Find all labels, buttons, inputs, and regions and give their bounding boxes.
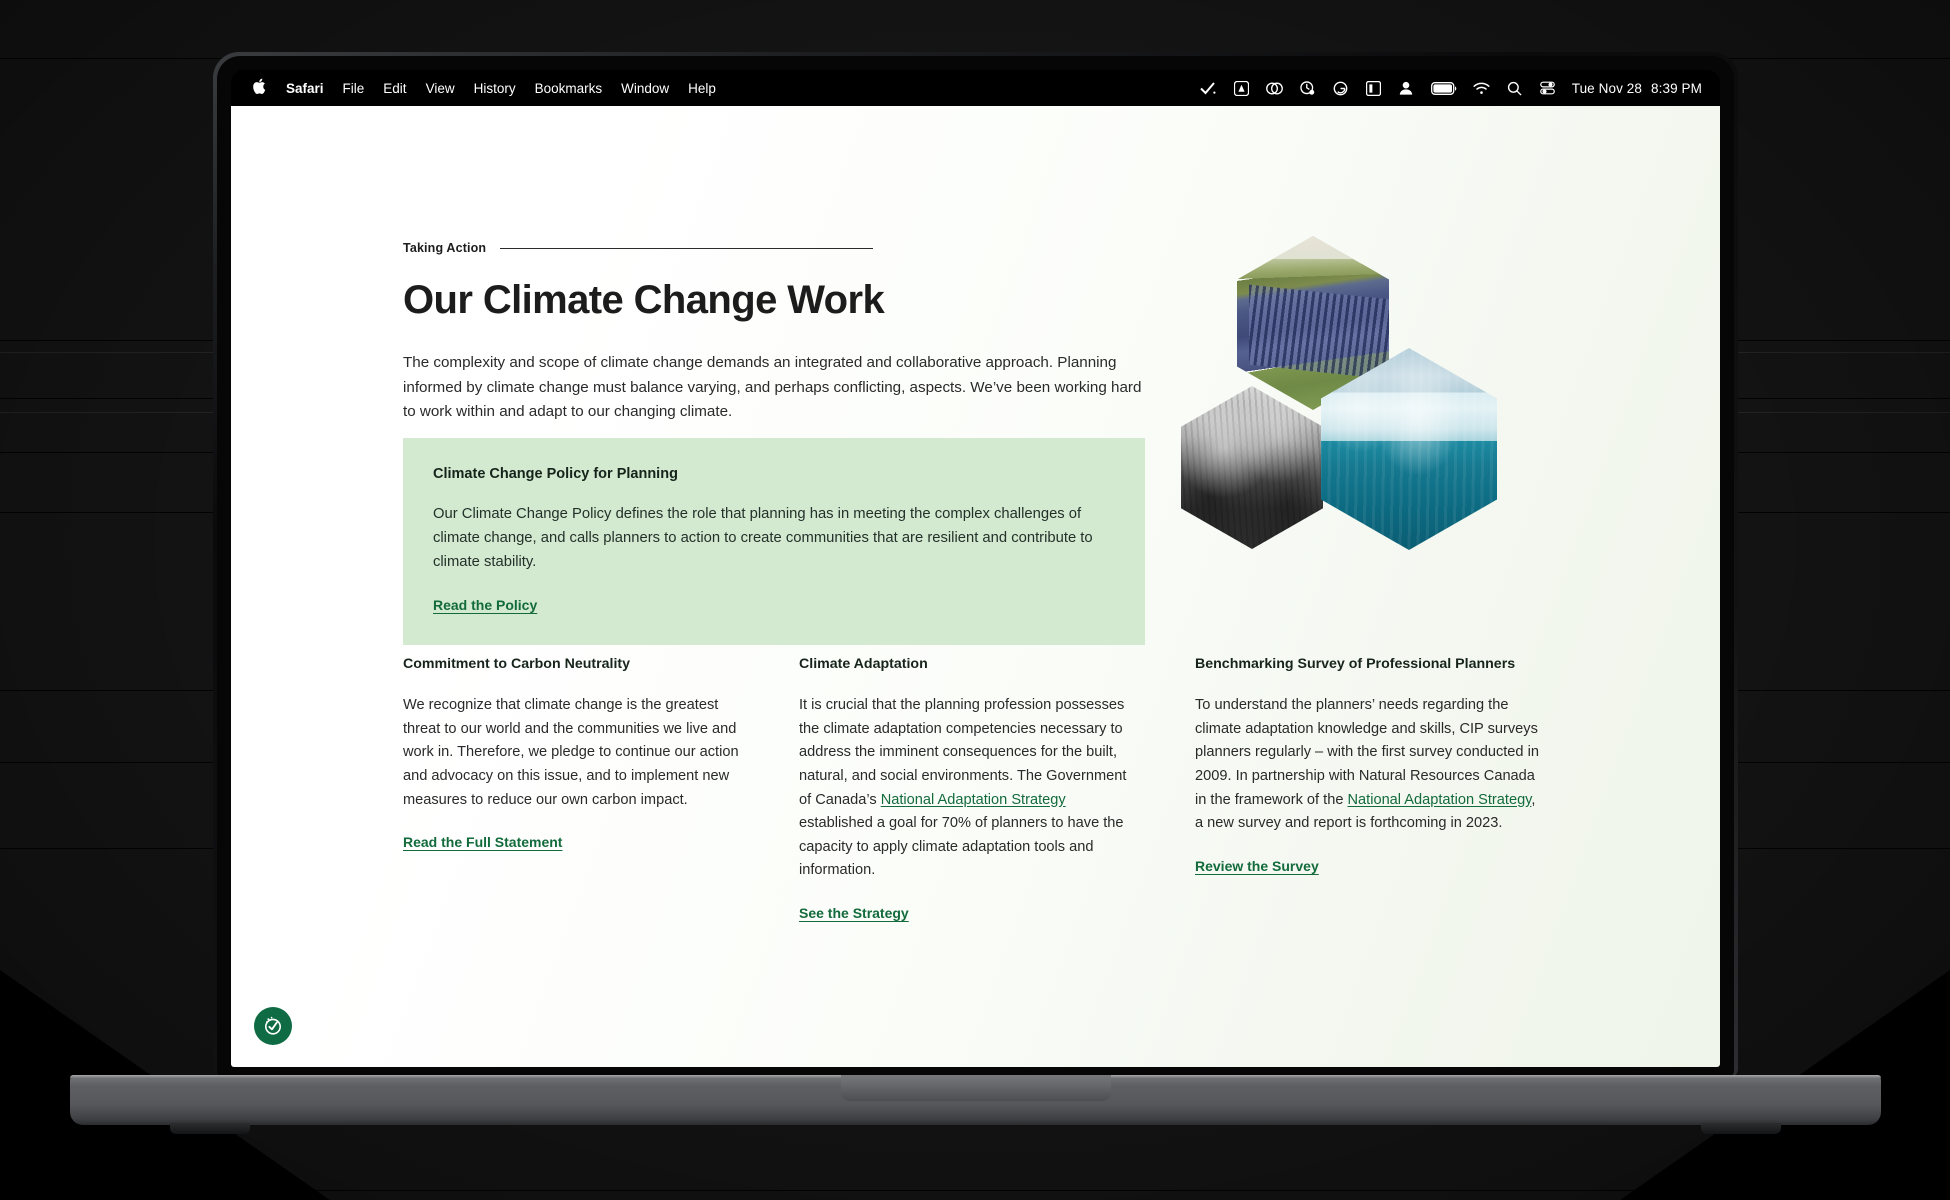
web-page-content: Taking Action Our Climate Change Work Th… [231,106,1720,1067]
spotlight-search-icon[interactable] [1506,80,1523,97]
intro-paragraph: The complexity and scope of climate chan… [403,354,1142,421]
menu-item-file[interactable]: File [343,81,365,96]
menu-item-safari[interactable]: Safari [286,81,324,96]
menu-item-help[interactable]: Help [688,81,716,96]
eyebrow-rule [500,247,873,249]
eyebrow-row: Taking Action [403,241,873,255]
battery-icon[interactable] [1430,80,1457,97]
menu-item-edit[interactable]: Edit [383,81,406,96]
clock-time: 8:39 PM [1651,80,1702,96]
column-body: To understand the planners’ needs regard… [1195,694,1545,836]
three-column-section: Commitment to Carbon Neutrality We recog… [403,656,1593,923]
grammarly-icon[interactable] [1332,80,1349,97]
menu-item-bookmarks[interactable]: Bookmarks [535,81,603,96]
callout-title: Climate Change Policy for Planning [433,466,678,482]
menu-item-window[interactable]: Window [621,81,669,96]
column-body: It is crucial that the planning professi… [799,694,1141,883]
page-title: Our Climate Change Work [403,278,885,322]
laptop-base [70,1075,1881,1134]
user-account-icon[interactable] [1398,80,1415,97]
clock-date: Tue Nov 28 [1571,80,1643,96]
laptop-foot-left [170,1123,250,1134]
creative-cloud-icon[interactable] [1265,80,1283,97]
see-the-strategy-link[interactable]: See the Strategy [799,905,909,921]
review-the-survey-link[interactable]: Review the Survey [1195,858,1319,874]
laptop-lid: Safari File Edit View History Bookmarks … [213,52,1738,1077]
menu-bar-left-group: Safari File Edit View History Bookmarks … [251,77,716,99]
column-title: Commitment to Carbon Neutrality [403,656,631,672]
column-title: Climate Adaptation [799,656,928,672]
laptop-foot-right [1701,1123,1781,1134]
eyebrow-label: Taking Action [403,241,487,255]
menu-bar-status-group: Tue Nov 28 8:39 PM [1200,80,1702,97]
apple-logo-icon[interactable] [251,77,266,99]
dropbox-sync-icon[interactable] [1299,80,1316,97]
menu-toggles-icon[interactable] [1539,80,1556,97]
menu-item-history[interactable]: History [474,81,516,96]
smoky-forest-hexagon-image [1181,386,1323,549]
national-adaptation-strategy-inline-link[interactable]: National Adaptation Strategy [881,792,1066,808]
macos-menu-bar: Safari File Edit View History Bookmarks … [231,70,1720,106]
column-carbon-neutrality: Commitment to Carbon Neutrality We recog… [403,656,745,923]
national-adaptation-strategy-inline-link[interactable]: National Adaptation Strategy [1348,792,1532,808]
macbook-mockup: Safari File Edit View History Bookmarks … [70,52,1881,1134]
callout-body: Our Climate Change Policy defines the ro… [433,506,1093,570]
read-full-statement-link[interactable]: Read the Full Statement [403,834,562,850]
column-title: Benchmarking Survey of Professional Plan… [1195,656,1516,672]
wifi-icon[interactable] [1473,80,1490,97]
column-body: We recognize that climate change is the … [403,697,739,808]
control-center-icon[interactable] [1365,80,1382,97]
laptop-screen-bezel: Safari File Edit View History Bookmarks … [231,70,1720,1067]
column-climate-adaptation: Climate Adaptation It is crucial that th… [799,656,1141,923]
accessibility-widget-button[interactable] [254,1007,292,1045]
laptop-base-notch [840,1075,1111,1101]
adobe-icon[interactable] [1233,80,1250,97]
read-the-policy-link[interactable]: Read the Policy [433,597,537,613]
hexagon-image-cluster [1181,236,1511,576]
browser-viewport: Taking Action Our Climate Change Work Th… [231,106,1720,1067]
policy-callout-card: Climate Change Policy for Planning Our C… [403,438,1145,645]
column-body-after-link: established a goal for 70% of planners t… [799,815,1124,879]
menu-bar-clock[interactable]: Tue Nov 28 8:39 PM [1572,81,1702,96]
accessibility-checkmark-icon [265,1016,281,1035]
column-benchmarking-survey: Benchmarking Survey of Professional Plan… [1195,656,1545,923]
laptop-lid-inner: Safari File Edit View History Bookmarks … [217,56,1734,1077]
menu-item-view[interactable]: View [426,81,455,96]
checkmark-icon[interactable] [1200,80,1217,97]
